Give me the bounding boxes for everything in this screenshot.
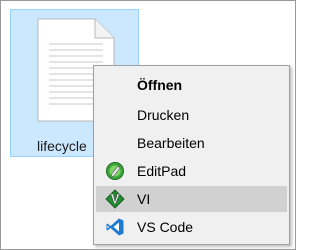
menu-item-print[interactable]: Drucken xyxy=(96,102,287,128)
explorer-window: lifecycle Öffnen Drucken Bearbeiten Edit… xyxy=(0,0,296,250)
menu-item-vscode-label: VS Code xyxy=(137,219,194,235)
editpad-icon xyxy=(106,162,124,180)
menu-item-print-label: Drucken xyxy=(137,107,190,123)
menu-item-edit[interactable]: Bearbeiten xyxy=(96,130,287,156)
vim-icon xyxy=(105,189,125,209)
menu-item-editpad[interactable]: EditPad xyxy=(96,158,287,184)
menu-item-vscode[interactable]: VS Code xyxy=(96,214,287,240)
menu-item-vi[interactable]: VI xyxy=(96,186,287,212)
context-menu: Öffnen Drucken Bearbeiten EditPad VI VS … xyxy=(93,65,290,245)
vscode-icon xyxy=(106,218,124,236)
menu-item-open[interactable]: Öffnen xyxy=(96,72,287,98)
menu-item-editpad-label: EditPad xyxy=(137,163,187,179)
menu-item-edit-label: Bearbeiten xyxy=(137,135,205,151)
menu-item-open-label: Öffnen xyxy=(137,77,183,93)
menu-item-vi-label: VI xyxy=(137,191,151,207)
